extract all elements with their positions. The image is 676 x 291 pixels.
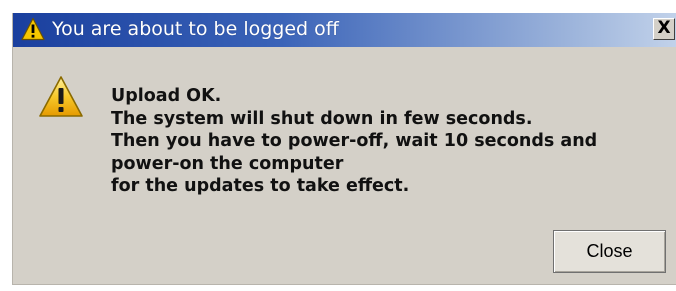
dialog-title: You are about to be logged off [52, 18, 339, 40]
message-line: Upload OK. [111, 86, 222, 106]
warning-icon [39, 76, 83, 117]
close-button[interactable]: Close [553, 230, 666, 273]
title-bar[interactable]: You are about to be logged off X [13, 13, 676, 47]
warning-icon [21, 17, 45, 41]
title-close-button[interactable]: X [653, 18, 675, 40]
message-line: The system will shut down in few seconds… [111, 108, 533, 129]
message-line: for the updates to take effect. [111, 176, 410, 196]
message-line: power-on the computer [111, 153, 344, 174]
dialog-message: Upload OK. The system will shut down in … [111, 85, 671, 198]
message-line: Then you have to power-off, wait 10 seco… [111, 131, 598, 151]
logoff-dialog: You are about to be logged off X Upload … [12, 13, 676, 285]
